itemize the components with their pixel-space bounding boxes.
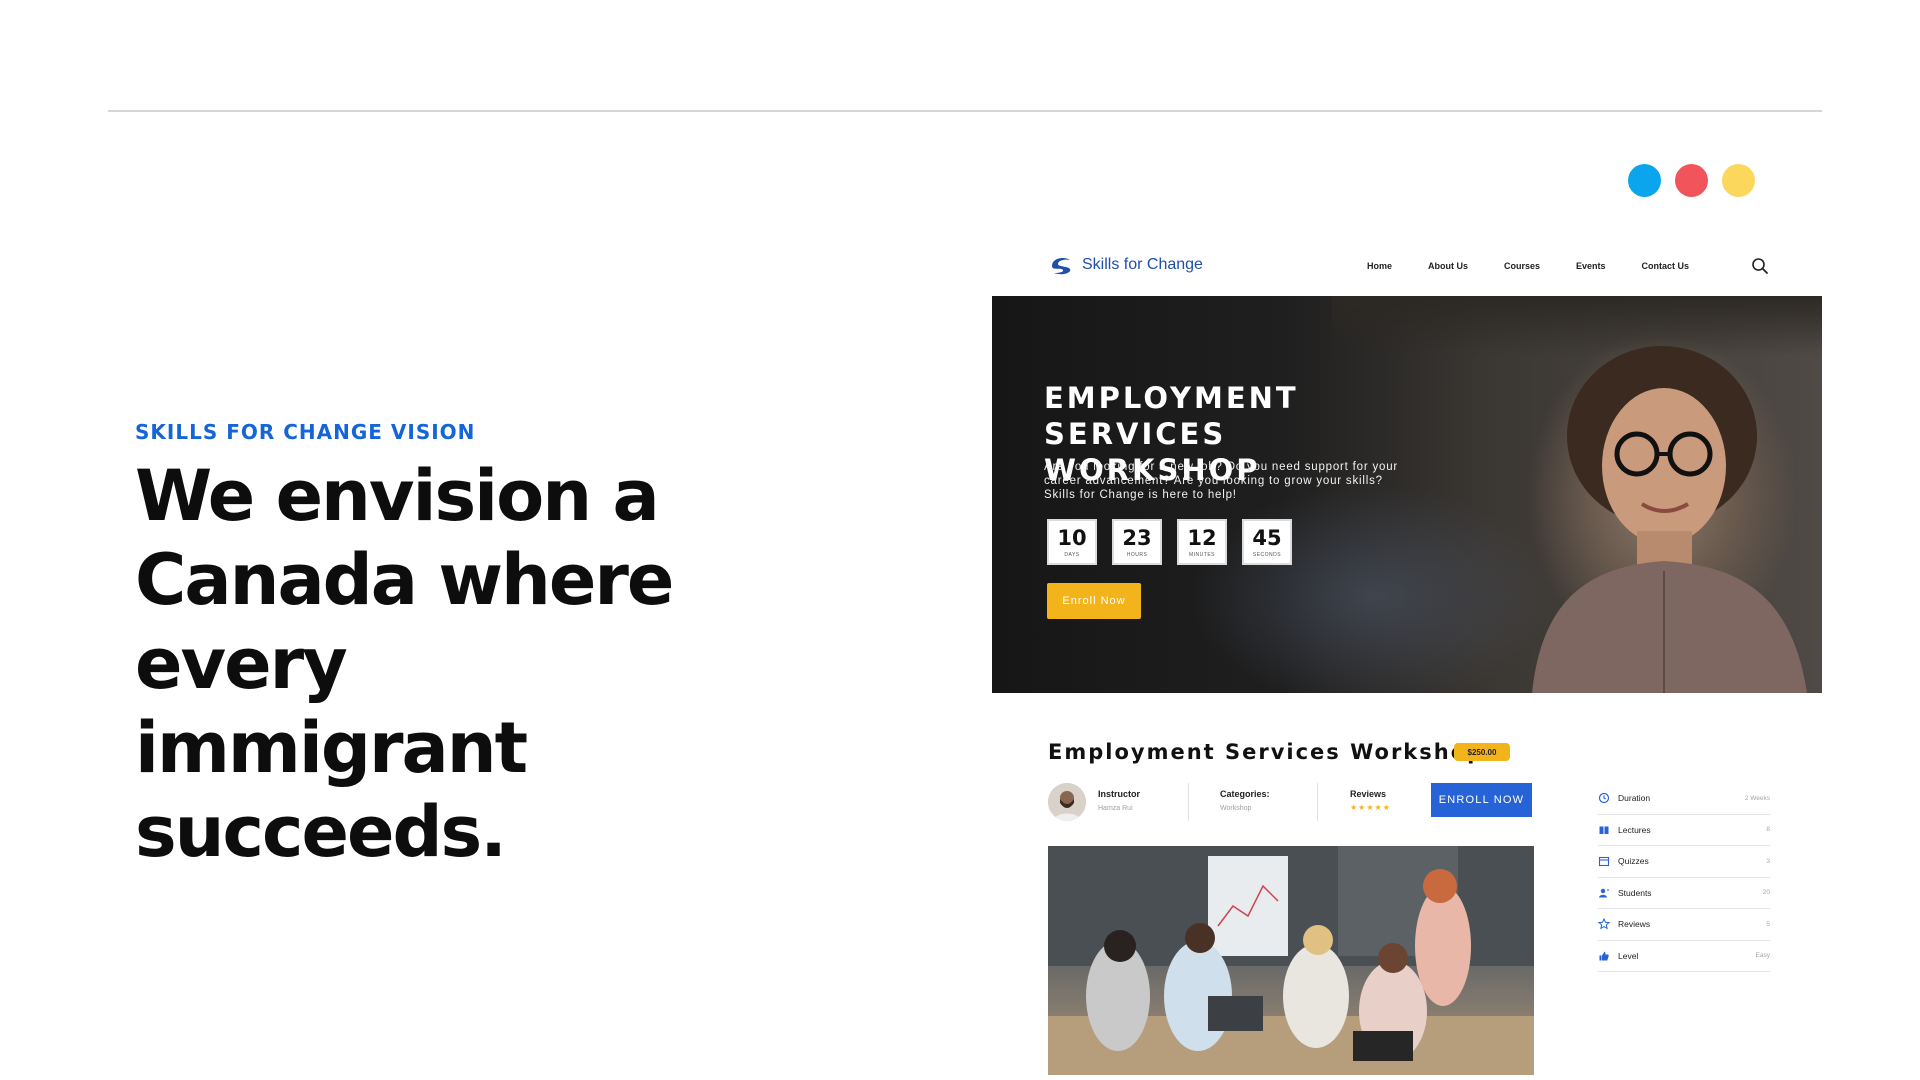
categories-label: Categories: <box>1220 789 1270 799</box>
stat-row: Lectures 8 <box>1598 815 1770 846</box>
stat-row: Quizzes 3 <box>1598 846 1770 878</box>
stat-label: Reviews <box>1618 919 1651 930</box>
clock-icon <box>1598 793 1610 804</box>
categories-value[interactable]: Workshop <box>1220 805 1270 812</box>
star-icon <box>1598 918 1610 930</box>
stat-label: Students <box>1618 887 1652 898</box>
top-divider <box>108 110 1822 112</box>
countdown-label: MINUTES <box>1189 551 1215 558</box>
stat-value: 8 <box>1766 826 1770 834</box>
stat-row: Duration 2 Weeks <box>1598 783 1770 815</box>
stat-value: 3 <box>1766 857 1770 865</box>
countdown-minutes: 12 MINUTES <box>1177 519 1227 565</box>
site-navbar: Skills for Change Home About Us Courses … <box>992 240 1822 296</box>
stat-value: 20 <box>1762 889 1770 897</box>
book-icon <box>1599 826 1609 834</box>
yellow-dot <box>1722 164 1755 197</box>
countdown-value: 45 <box>1252 525 1282 550</box>
vision-block: SKILLS FOR CHANGE VISION We envision a C… <box>135 420 895 874</box>
headline-line: We envision a <box>135 455 660 537</box>
meta-divider <box>1317 783 1318 821</box>
logo-mark-icon <box>1052 258 1071 275</box>
headline-line: immigrant succeeds. <box>135 707 528 873</box>
price-badge: $250.00 <box>1454 743 1510 761</box>
nav-home[interactable]: Home <box>1367 261 1392 271</box>
vision-headline: We envision a Canada where every immigra… <box>135 454 895 874</box>
logo-text: Skills for Change <box>1082 256 1203 273</box>
students-icon <box>1599 888 1609 898</box>
stat-value: 2 Weeks <box>1744 794 1770 802</box>
countdown-label: SECONDS <box>1252 551 1282 558</box>
countdown-hours: 23 HOURS <box>1112 519 1162 565</box>
countdown-label: DAYS <box>1064 551 1080 558</box>
instructor-label: Instructor <box>1098 789 1141 799</box>
nav-events[interactable]: Events <box>1576 261 1606 271</box>
blue-dot <box>1628 164 1661 197</box>
instructor-avatar <box>1048 783 1086 821</box>
reviews-info: Reviews ★★★★★ <box>1350 789 1391 812</box>
stat-value: Easy <box>1755 952 1770 960</box>
course-photo <box>1048 846 1534 1075</box>
stat-label: Duration <box>1618 793 1651 804</box>
headline-line: Canada where every <box>135 539 674 705</box>
stat-row: Reviews 5 <box>1598 909 1770 941</box>
countdown-timer: 10 DAYS 23 HOURS 12 MINUTES 45 SECONDS <box>1047 519 1292 565</box>
color-dots <box>1628 164 1755 197</box>
course-meta: Instructor Hamza Rui Categories: Worksho… <box>1048 783 1534 823</box>
nav-contact-us[interactable]: Contact Us <box>1642 261 1690 271</box>
countdown-value: 12 <box>1187 525 1217 550</box>
stat-value: 5 <box>1766 920 1770 928</box>
hero-title-line: EMPLOYMENT SERVICES <box>1044 381 1299 451</box>
hero-banner: EMPLOYMENT SERVICES WORKSHOP Are you loo… <box>992 296 1822 693</box>
thumbs-up-icon <box>1599 951 1609 961</box>
nav-about-us[interactable]: About Us <box>1428 261 1468 271</box>
enroll-now-button[interactable]: ENROLL NOW <box>1431 783 1532 817</box>
nav-courses[interactable]: Courses <box>1504 261 1540 271</box>
hero-person-image <box>1532 346 1807 693</box>
countdown-label: HOURS <box>1126 551 1148 558</box>
slide: SKILLS FOR CHANGE VISION We envision a C… <box>0 0 1920 1080</box>
countdown-seconds: 45 SECONDS <box>1242 519 1292 565</box>
stat-row: Students 20 <box>1598 878 1770 909</box>
categories-info: Categories: Workshop <box>1220 789 1270 812</box>
avatar-image <box>1048 783 1086 821</box>
meeting-photo-image <box>1048 846 1534 1075</box>
stat-row: Level Easy <box>1598 941 1770 972</box>
meta-divider <box>1188 783 1189 821</box>
star-rating: ★★★★★ <box>1350 803 1391 812</box>
hero-description: Are you looking for a new job? Do you ne… <box>1044 461 1399 501</box>
instructor-info: Instructor Hamza Rui <box>1098 789 1140 812</box>
red-dot <box>1675 164 1708 197</box>
stat-label: Lectures <box>1618 824 1651 835</box>
vision-eyebrow: SKILLS FOR CHANGE VISION <box>135 420 476 444</box>
website-mockup: Skills for Change Home About Us Courses … <box>992 240 1822 1075</box>
countdown-value: 23 <box>1122 525 1152 550</box>
course-stats: Duration 2 Weeks Lectures 8 Quizzes 3 St… <box>1598 783 1770 972</box>
countdown-value: 10 <box>1057 525 1087 550</box>
course-title: Employment Services Workshop <box>1048 740 1485 764</box>
hero-enroll-button[interactable]: Enroll Now <box>1047 583 1141 619</box>
countdown-days: 10 DAYS <box>1047 519 1097 565</box>
nav-links: Home About Us Courses Events Contact Us <box>1367 261 1725 271</box>
stat-label: Quizzes <box>1618 856 1649 867</box>
calendar-icon <box>1598 857 1610 867</box>
reviews-label: Reviews <box>1350 789 1387 799</box>
instructor-name[interactable]: Hamza Rui <box>1098 805 1140 812</box>
site-logo[interactable]: Skills for Change <box>1048 254 1203 276</box>
stat-label: Level <box>1618 950 1639 961</box>
search-icon[interactable] <box>1750 256 1770 276</box>
